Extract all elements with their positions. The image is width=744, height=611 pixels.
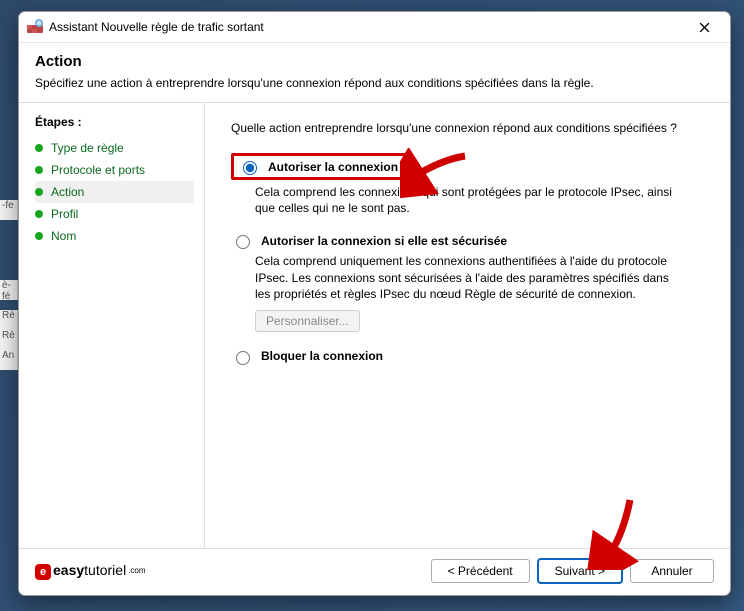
option-block: Bloquer la connexion xyxy=(231,348,712,365)
step-label: Profil xyxy=(51,207,78,221)
step-nom[interactable]: Nom xyxy=(35,225,194,247)
logo-sub: .com xyxy=(128,566,145,575)
page-title: Action xyxy=(35,53,714,70)
option-allow-desc: Cela comprend les connexions qui sont pr… xyxy=(255,184,685,216)
cancel-button[interactable]: Annuler xyxy=(630,559,714,583)
bg-text: Rè xyxy=(0,330,18,350)
logo-badge-icon: e xyxy=(35,564,51,580)
bg-text: Rè xyxy=(0,310,18,330)
step-bullet-icon xyxy=(35,232,43,240)
titlebar: Assistant Nouvelle règle de trafic sorta… xyxy=(19,12,730,43)
step-bullet-icon xyxy=(35,210,43,218)
bg-text: è-fé xyxy=(0,280,18,300)
desktop-background: -fe è-fé Rè Rè An Assistant Nouvelle règ… xyxy=(0,0,744,611)
option-allow-secure-label[interactable]: Autoriser la connexion si elle est sécur… xyxy=(261,234,507,248)
option-allow-secure: Autoriser la connexion si elle est sécur… xyxy=(231,232,712,332)
option-block-label[interactable]: Bloquer la connexion xyxy=(261,349,383,363)
step-profil[interactable]: Profil xyxy=(35,203,194,225)
radio-block[interactable] xyxy=(236,351,250,365)
logo-text-strong: easy xyxy=(53,562,84,578)
wizard-footer: e easytutoriel.com < Précédent Suivant >… xyxy=(19,548,730,595)
logo-text-thin: tutoriel xyxy=(84,562,126,578)
back-button[interactable]: < Précédent xyxy=(431,559,530,583)
wizard-body: Étapes : Type de règle Protocole et port… xyxy=(19,102,730,548)
page-subtitle: Spécifiez une action à entreprendre lors… xyxy=(35,76,714,90)
logo-easytutoriel: e easytutoriel.com xyxy=(35,562,146,580)
option-allow: Autoriser la connexion Cela comprend les… xyxy=(231,153,712,216)
content-panel: Quelle action entreprendre lorsqu'une co… xyxy=(204,103,730,548)
radio-allow[interactable] xyxy=(243,161,257,175)
page-header: Action Spécifiez une action à entreprend… xyxy=(19,43,730,102)
radio-allow-secure[interactable] xyxy=(236,235,250,249)
window-title: Assistant Nouvelle règle de trafic sorta… xyxy=(49,20,684,34)
firewall-icon xyxy=(27,19,43,35)
option-allow-secure-desc: Cela comprend uniquement les connexions … xyxy=(255,253,685,302)
steps-sidebar: Étapes : Type de règle Protocole et port… xyxy=(19,103,204,548)
bg-text: -fe xyxy=(0,200,18,220)
bg-text: An xyxy=(0,350,18,370)
content-question: Quelle action entreprendre lorsqu'une co… xyxy=(231,121,712,135)
step-protocole-et-ports[interactable]: Protocole et ports xyxy=(35,159,194,181)
step-label: Type de règle xyxy=(51,141,124,155)
step-label: Action xyxy=(51,185,84,199)
step-bullet-icon xyxy=(35,144,43,152)
steps-heading: Étapes : xyxy=(35,115,194,129)
step-bullet-icon xyxy=(35,166,43,174)
step-label: Protocole et ports xyxy=(51,163,145,177)
option-allow-label[interactable]: Autoriser la connexion xyxy=(268,160,398,174)
step-action[interactable]: Action xyxy=(35,181,194,203)
customize-button: Personnaliser... xyxy=(255,310,360,332)
wizard-dialog: Assistant Nouvelle règle de trafic sorta… xyxy=(18,11,731,596)
step-label: Nom xyxy=(51,229,76,243)
next-button[interactable]: Suivant > xyxy=(538,559,622,583)
close-button[interactable] xyxy=(684,12,724,42)
annotation-highlight: Autoriser la connexion xyxy=(231,153,411,180)
step-bullet-icon xyxy=(35,188,43,196)
step-type-de-regle[interactable]: Type de règle xyxy=(35,137,194,159)
